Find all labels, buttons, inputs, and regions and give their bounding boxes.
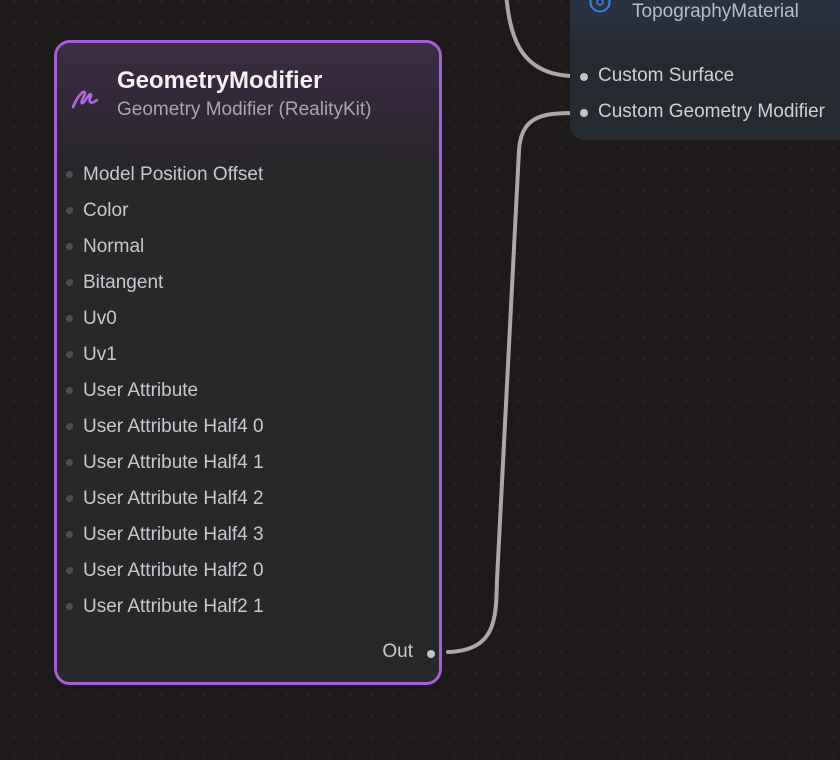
topography-node-subtitle: TopographyMaterial — [632, 1, 799, 22]
input-port-uv0[interactable]: Uv0 — [57, 302, 439, 338]
input-port-dot[interactable] — [66, 531, 73, 538]
input-port-label: User Attribute Half4 3 — [83, 524, 264, 545]
input-port-dot[interactable] — [66, 495, 73, 502]
input-port-dot[interactable] — [66, 315, 73, 322]
input-port-dot[interactable] — [66, 351, 73, 358]
input-port-label: User Attribute Half2 1 — [83, 596, 264, 617]
input-port-dot[interactable] — [66, 459, 73, 466]
input-port-uv1[interactable]: Uv1 — [57, 338, 439, 374]
port-custom-surface-dot[interactable] — [580, 73, 588, 81]
input-port-user-attribute-half4-1[interactable]: User Attribute Half4 1 — [57, 446, 439, 482]
input-port-label: User Attribute Half4 2 — [83, 488, 264, 509]
topography-material-node[interactable]: TopographyMaterial Custom Surface Custom… — [570, 0, 840, 140]
node-subtitle: Geometry Modifier (RealityKit) — [117, 99, 372, 120]
input-port-dot[interactable] — [66, 207, 73, 214]
port-custom-geometry-modifier[interactable]: Custom Geometry Modifier — [570, 97, 840, 129]
wire-geometry-modifier[interactable] — [446, 111, 574, 654]
input-port-user-attribute-half2-0[interactable]: User Attribute Half2 0 — [57, 554, 439, 590]
node-title: GeometryModifier — [117, 67, 323, 94]
input-port-dot[interactable] — [66, 243, 73, 250]
port-custom-geometry-modifier-dot[interactable] — [580, 109, 588, 117]
input-port-user-attribute-half2-1[interactable]: User Attribute Half2 1 — [57, 590, 439, 626]
input-port-color[interactable]: Color — [57, 194, 439, 230]
geometry-modifier-node[interactable]: GeometryModifier Geometry Modifier (Real… — [54, 40, 442, 685]
input-port-dot[interactable] — [66, 171, 73, 178]
input-port-model-position-offset[interactable]: Model Position Offset — [57, 158, 439, 194]
input-port-label: Color — [83, 200, 129, 221]
wire-custom-surface[interactable] — [504, 0, 574, 78]
input-port-label: Bitangent — [83, 272, 164, 293]
input-port-dot[interactable] — [66, 603, 73, 610]
material-circle-icon — [589, 0, 611, 13]
port-custom-surface-label: Custom Surface — [598, 65, 735, 86]
port-custom-surface[interactable]: Custom Surface — [570, 61, 840, 93]
input-port-dot[interactable] — [66, 567, 73, 574]
input-port-label: User Attribute Half2 0 — [83, 560, 264, 581]
input-port-user-attribute-half4-0[interactable]: User Attribute Half4 0 — [57, 410, 439, 446]
input-port-label: Uv0 — [83, 308, 117, 329]
brush-stroke-icon — [71, 90, 99, 109]
input-port-bitangent[interactable]: Bitangent — [57, 266, 439, 302]
topography-node-header: TopographyMaterial — [570, 0, 840, 50]
input-port-user-attribute-half4-2[interactable]: User Attribute Half4 2 — [57, 482, 439, 518]
input-port-dot[interactable] — [66, 279, 73, 286]
input-port-label: User Attribute Half4 0 — [83, 416, 264, 437]
output-port-out[interactable]: Out — [299, 639, 439, 669]
input-port-user-attribute-half4-3[interactable]: User Attribute Half4 3 — [57, 518, 439, 554]
input-port-dot[interactable] — [66, 387, 73, 394]
input-port-dot[interactable] — [66, 423, 73, 430]
graph-canvas[interactable]: TopographyMaterial Custom Surface Custom… — [0, 0, 840, 760]
input-port-label: User Attribute Half4 1 — [83, 452, 264, 473]
input-port-label: Normal — [83, 236, 145, 257]
output-port-dot[interactable] — [427, 650, 435, 658]
input-port-user-attribute[interactable]: User Attribute — [57, 374, 439, 410]
port-custom-geometry-modifier-label: Custom Geometry Modifier — [598, 101, 826, 122]
geometry-node-header: GeometryModifier Geometry Modifier (Real… — [57, 43, 439, 171]
input-port-label: Model Position Offset — [83, 164, 264, 185]
input-port-normal[interactable]: Normal — [57, 230, 439, 266]
input-port-label: User Attribute — [83, 380, 199, 401]
output-port-label: Out — [382, 641, 413, 662]
input-port-label: Uv1 — [83, 344, 117, 365]
